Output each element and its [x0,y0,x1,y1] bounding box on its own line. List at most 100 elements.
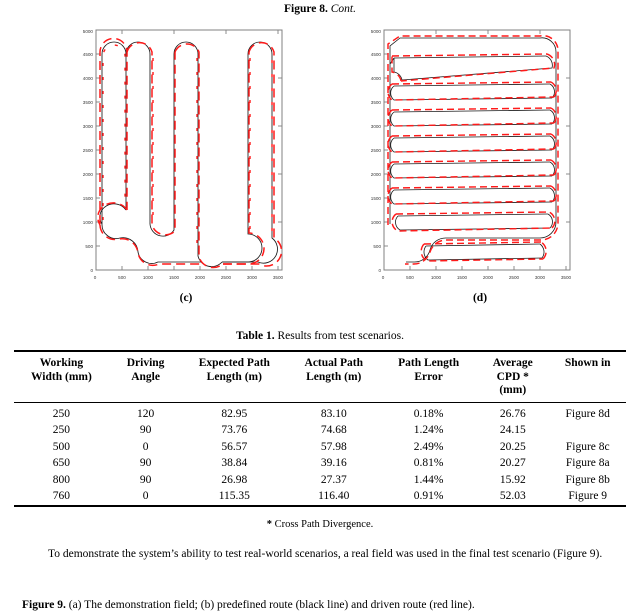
table-row: 760 0 115.35 116.40 0.91% 52.03 Figure 9 [14,488,626,506]
cell-shown-in: Figure 8b [565,473,610,486]
plot-c-driven-route-overlay [102,44,273,254]
cell-actual-length: 116.40 [318,490,350,502]
table-footnote-text: Cross Path Divergence. [271,519,374,530]
cell-actual-length: 74.68 [320,424,347,436]
table-row: 800 90 26.98 27.37 1.44% 15.92 Figure 8b [14,472,626,489]
results-table-body: 250 120 82.95 83.10 0.18% 26.76 Figure 8… [14,402,626,506]
plot-d-svg: 0 500 1000 1500 2000 2500 3000 3500 4000… [371,29,572,280]
cell-length-error: 1.24% [413,424,444,436]
table-row: 500 0 56.57 57.98 2.49% 20.25 Figure 8c [14,439,626,456]
cell-shown-in [549,422,626,439]
svg-text:5000: 5000 [371,29,382,34]
plot-c-axis-frame [95,29,283,271]
cell-avg-cpd: 52.03 [499,490,526,502]
svg-text:4500: 4500 [83,52,94,57]
cell-driving-angle: 90 [139,473,152,486]
col-header-driving-angle: Driving Angle [126,357,165,383]
svg-text:1500: 1500 [83,196,94,201]
figure-8-panels: 0 500 1000 1500 2000 2500 3000 3500 4000… [0,24,640,314]
col-header-working-width: Working Width (mm) [31,357,92,383]
cell-expected-length: 26.98 [221,473,248,486]
cell-length-error: 2.49% [413,440,444,453]
plot-c-x-tick-labels: 0 500 1000 1500 2000 2500 3000 3500 [94,275,284,280]
svg-text:1500: 1500 [371,196,382,201]
cell-working-width: 250 [52,407,71,420]
cell-avg-cpd: 15.92 [499,473,526,486]
col-header-average-cpd: Average CPD * (mm) [492,357,533,396]
svg-text:4000: 4000 [83,76,94,81]
svg-text:2500: 2500 [221,275,232,280]
cell-avg-cpd: 20.25 [499,440,526,453]
table-row: 250 90 73.76 74.68 1.24% 24.15 [14,422,626,439]
svg-text:1000: 1000 [83,220,94,225]
figure-9-caption-text: (a) The demonstration field; (b) predefi… [65,599,475,611]
svg-text:500: 500 [118,275,126,280]
col-header-path-length-error: Path Length Error [398,357,460,383]
svg-text:3500: 3500 [371,100,382,105]
svg-text:2000: 2000 [371,172,382,177]
svg-text:1000: 1000 [431,275,442,280]
svg-text:0: 0 [90,268,93,273]
svg-text:2500: 2500 [371,148,382,153]
cell-actual-length: 57.98 [320,440,347,453]
results-table-head: Working Width (mm) Driving Angle Expecte… [14,351,626,402]
svg-text:1000: 1000 [143,275,154,280]
plot-c-svg: 0 500 1000 1500 2000 2500 3000 3500 4000… [83,29,284,280]
svg-text:1500: 1500 [169,275,180,280]
svg-text:3000: 3000 [247,275,258,280]
body-paragraph: To demonstrate the system’s ability to t… [48,548,603,560]
cell-driving-angle: 0 [142,440,149,453]
plot-d-y-tick-labels: 0 500 1000 1500 2000 2500 3000 3500 4000… [371,29,382,273]
cell-expected-length: 56.57 [221,440,248,453]
svg-text:2000: 2000 [83,172,94,177]
svg-text:2000: 2000 [195,275,206,280]
cell-driving-angle: 120 [136,407,155,420]
col-header-shown-in: Shown in [564,357,611,369]
results-table: Working Width (mm) Driving Angle Expecte… [14,350,626,507]
figure-9-caption: Figure 9. (a) The demonstration field; (… [22,597,622,613]
svg-text:0: 0 [94,275,97,280]
svg-text:4500: 4500 [371,52,382,57]
plot-panel-d: 0 500 1000 1500 2000 2500 3000 3500 4000… [350,24,600,286]
cell-shown-in: Figure 9 [568,490,608,502]
cell-actual-length: 27.37 [320,473,347,486]
table-1-title-text: Results from test scenarios. [274,330,404,342]
svg-text:2500: 2500 [509,275,520,280]
svg-text:1000: 1000 [371,220,382,225]
table-row: 650 90 38.84 39.16 0.81% 20.27 Figure 8a [14,455,626,472]
svg-text:1500: 1500 [457,275,468,280]
plot-c-y-ticks [96,29,282,271]
plot-c-subcaption: (c) [179,292,193,304]
svg-text:5000: 5000 [83,29,94,34]
cell-driving-angle: 90 [139,424,152,436]
cell-avg-cpd: 20.27 [499,457,526,469]
svg-text:3000: 3000 [371,124,382,129]
col-header-actual-path-length: Actual Path Length (m) [304,357,363,383]
cell-avg-cpd: 24.15 [499,424,526,436]
svg-text:500: 500 [406,275,414,280]
svg-text:2500: 2500 [83,148,94,153]
plot-c-y-tick-labels: 0 500 1000 1500 2000 2500 3000 3500 4000… [83,29,94,273]
cell-working-width: 760 [52,490,71,502]
table-1-title: Table 1. Results from test scenarios. [0,330,640,342]
cell-length-error: 0.18% [413,407,444,420]
cell-expected-length: 82.95 [221,407,248,420]
svg-text:2000: 2000 [483,275,494,280]
plot-panel-c: 0 500 1000 1500 2000 2500 3000 3500 4000… [62,24,312,286]
cell-shown-in: Figure 8c [565,440,610,453]
svg-text:0: 0 [382,275,385,280]
cell-working-width: 650 [52,457,71,469]
figure-8-cont-heading: Figure 8. Cont. [0,2,640,16]
svg-text:0: 0 [378,268,381,273]
svg-text:500: 500 [373,244,381,249]
figure-9-label: Figure 9. [22,599,66,611]
results-table-header-row: Working Width (mm) Driving Angle Expecte… [14,351,626,402]
col-header-expected-path-length: Expected Path Length (m) [198,357,270,383]
cell-driving-angle: 0 [142,490,149,502]
cell-driving-angle: 90 [139,457,152,469]
cell-length-error: 0.91% [413,490,444,502]
cell-shown-in: Figure 8a [565,457,610,469]
cell-working-width: 800 [52,473,71,486]
svg-text:3500: 3500 [83,100,94,105]
cell-expected-length: 38.84 [221,457,248,469]
